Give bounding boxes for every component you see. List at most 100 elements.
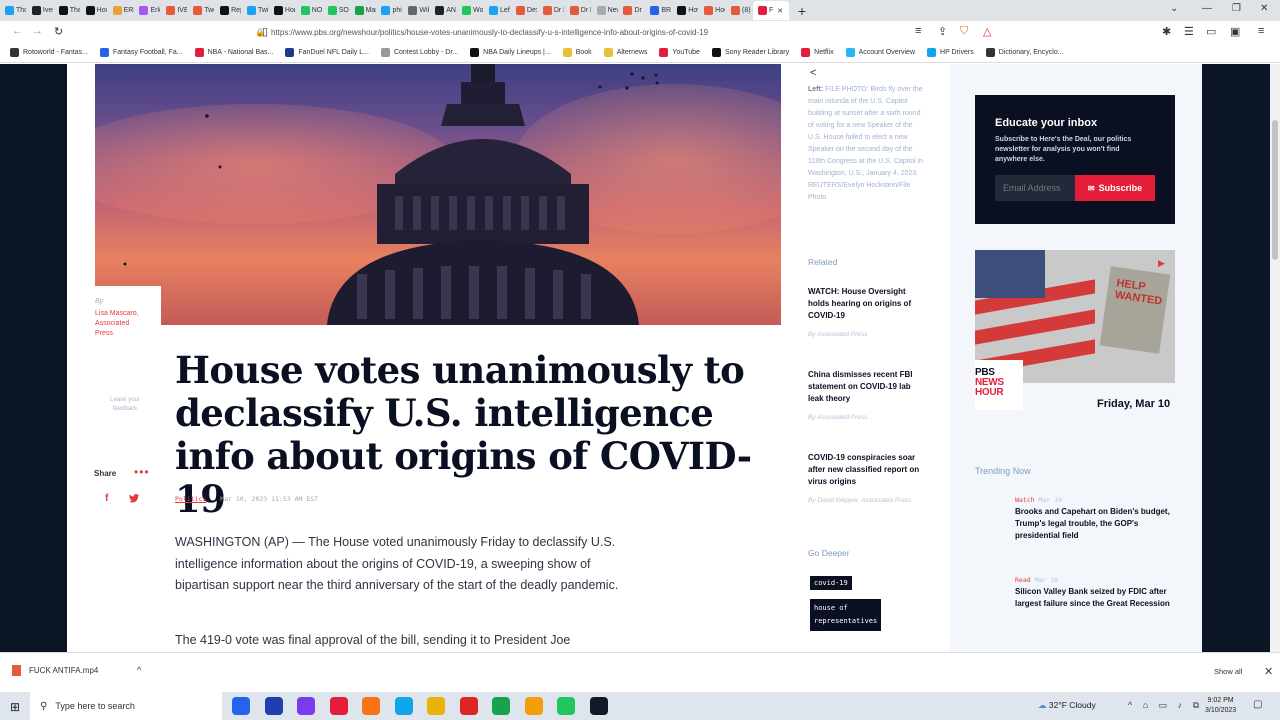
- related-item[interactable]: WATCH: House Oversight holds hearing on …: [808, 286, 923, 341]
- playlist-icon[interactable]: ☰: [1184, 25, 1194, 38]
- browser-tab[interactable]: BRE: [645, 1, 671, 20]
- trending-item[interactable]: Read Mar 10 Silicon Valley Bank seized b…: [1015, 576, 1175, 610]
- browser-tab[interactable]: F ✕: [752, 1, 789, 20]
- browser-tab[interactable]: Dr M: [538, 1, 564, 20]
- bookmark-label[interactable]: NBA Daily Lineups |...: [483, 49, 551, 56]
- bookmark-label[interactable]: Contest Lobby - Dr...: [394, 49, 458, 56]
- browser-tab[interactable]: Tho: [0, 1, 26, 20]
- chevron-up-icon[interactable]: ^: [137, 665, 141, 675]
- close-window-button[interactable]: ✕: [1260, 3, 1268, 14]
- reload-icon[interactable]: ↻: [54, 25, 63, 38]
- bookmark-item[interactable]: Fantasy Football, Fa...: [99, 48, 183, 57]
- taskbar-app-icon[interactable]: [362, 697, 380, 715]
- browser-tab[interactable]: IVEF: [161, 1, 187, 20]
- bookmark-label[interactable]: Netflix: [814, 49, 833, 56]
- share-icon[interactable]: ⇪: [938, 25, 947, 38]
- bookmark-item[interactable]: Netflix: [801, 48, 834, 57]
- taskbar-search[interactable]: ⚲ Type here to search: [30, 692, 222, 720]
- bookmark-item[interactable]: Rotoworld - Fantas...: [10, 48, 88, 57]
- system-tray[interactable]: ^ ⌂ ▭ ♪ ⧉: [1128, 700, 1203, 711]
- forward-icon[interactable]: →: [32, 25, 43, 37]
- sidebar-icon[interactable]: ▭: [1206, 25, 1216, 38]
- close-icon[interactable]: ✕: [1264, 665, 1273, 678]
- browser-tab[interactable]: Two: [188, 1, 214, 20]
- address-bar[interactable]: 🔒 https://www.pbs.org/newshour/politics/…: [255, 23, 955, 41]
- taskbar-app-icon[interactable]: [297, 697, 315, 715]
- bookmark-item[interactable]: FanDuel NFL Daily L...: [285, 48, 369, 57]
- download-item[interactable]: FUCK ANTIFA.mp4: [12, 665, 98, 676]
- close-tab-icon[interactable]: ✕: [777, 7, 783, 15]
- author-link[interactable]: Lisa Mascaro, Associated Press: [95, 309, 145, 339]
- tab-search-icon[interactable]: ⌄: [1170, 3, 1178, 14]
- bookmark-label[interactable]: Rotoworld - Fantas...: [23, 49, 88, 56]
- menu-icon[interactable]: ≡: [1258, 25, 1264, 37]
- taskbar-app-icon[interactable]: [394, 697, 413, 715]
- bookmark-item[interactable]: NBA - National Bas...: [194, 48, 274, 57]
- bookmark-item[interactable]: Dictionary, Encyclo...: [985, 48, 1064, 57]
- browser-tab[interactable]: Erlc: [134, 1, 160, 20]
- subscribe-button[interactable]: ✉ Subscribe: [1075, 175, 1155, 201]
- wallet-icon[interactable]: ▣: [1230, 25, 1240, 38]
- minimize-button[interactable]: —: [1202, 3, 1212, 14]
- tag-covid-19[interactable]: covid-19: [810, 576, 852, 590]
- taskbar-app-icon[interactable]: [492, 697, 510, 715]
- bookmark-label[interactable]: Alternews: [617, 49, 648, 56]
- taskbar-app-icon[interactable]: [524, 697, 543, 715]
- scrollbar-thumb[interactable]: [1272, 120, 1278, 260]
- browser-tab[interactable]: phil: [376, 1, 402, 20]
- download-filename[interactable]: FUCK ANTIFA.mp4: [29, 666, 98, 675]
- browser-tab[interactable]: How: [672, 1, 698, 20]
- taskbar-app-icon[interactable]: [264, 697, 283, 715]
- browser-tab[interactable]: Wor: [457, 1, 483, 20]
- clock[interactable]: 9:02 PM 3/10/2023: [1205, 696, 1236, 716]
- weather-widget[interactable]: ☁ 32°F Cloudy: [1038, 700, 1096, 711]
- bookmark-item[interactable]: Contest Lobby - Dr...: [380, 48, 458, 57]
- email-field[interactable]: [995, 175, 1075, 201]
- taskbar-app-icon[interactable]: [589, 697, 608, 715]
- trending-title[interactable]: Brooks and Capehart on Biden's budget, T…: [1015, 506, 1175, 542]
- browser-tab[interactable]: Iverr: [27, 1, 53, 20]
- bookmark-label[interactable]: FanDuel NFL Daily L...: [298, 49, 369, 56]
- bookmark-item[interactable]: Alternews: [603, 48, 648, 57]
- tag-line[interactable]: representatives: [814, 615, 877, 628]
- related-item[interactable]: COVID-19 conspiracies soar after new cla…: [808, 452, 923, 507]
- browser-tab[interactable]: Hon: [269, 1, 295, 20]
- bookmark-item[interactable]: Book: [562, 48, 592, 57]
- category-link[interactable]: Politics: [175, 495, 206, 503]
- windows-start-icon[interactable]: ⊞: [10, 700, 20, 714]
- bookmark-label[interactable]: Dictionary, Encyclo...: [999, 49, 1064, 56]
- trending-item[interactable]: Watch Mar 10 Brooks and Capehart on Bide…: [1015, 496, 1175, 542]
- tag-house-of-representatives[interactable]: house of representatives: [810, 599, 882, 631]
- new-tab-button[interactable]: +: [798, 3, 806, 19]
- feedback-link[interactable]: Leave your feedback: [100, 396, 150, 414]
- taskbar-app-icon[interactable]: [232, 697, 250, 715]
- browser-tab[interactable]: Hou: [699, 1, 725, 20]
- maximize-button[interactable]: ❐: [1232, 3, 1241, 14]
- trending-title[interactable]: Silicon Valley Bank seized by FDIC after…: [1015, 586, 1175, 610]
- caption-back-icon[interactable]: <: [810, 67, 816, 79]
- bookmark-item[interactable]: YouTube: [659, 48, 700, 57]
- bookmark-label[interactable]: Fantasy Football, Fa...: [113, 49, 183, 56]
- bookmark-label[interactable]: YouTube: [672, 49, 700, 56]
- bookmark-label[interactable]: Account Overview: [859, 49, 915, 56]
- search-placeholder[interactable]: Type here to search: [55, 701, 135, 711]
- bookmark-label[interactable]: Book: [576, 49, 592, 56]
- facebook-icon[interactable]: f: [105, 493, 108, 504]
- url-text[interactable]: https://www.pbs.org/newshour/politics/ho…: [271, 28, 708, 37]
- browser-tab[interactable]: How: [81, 1, 107, 20]
- bookmark-item[interactable]: NBA Daily Lineups |...: [470, 48, 551, 57]
- browser-tab[interactable]: ERLC: [108, 1, 134, 20]
- browser-tab[interactable]: Left: [484, 1, 510, 20]
- taskbar-app-icon[interactable]: [427, 697, 445, 715]
- lock-icon[interactable]: 🔒: [255, 28, 265, 37]
- browser-tab[interactable]: ANT: [430, 1, 456, 20]
- bookmark-label[interactable]: NBA - National Bas...: [208, 49, 274, 56]
- bookmark-item[interactable]: HP Drivers: [927, 48, 974, 57]
- browser-tab[interactable]: The: [54, 1, 80, 20]
- related-title[interactable]: WATCH: House Oversight holds hearing on …: [808, 286, 923, 322]
- browser-tab[interactable]: Dr M: [565, 1, 591, 20]
- related-title[interactable]: COVID-19 conspiracies soar after new cla…: [808, 452, 923, 488]
- brave-rewards-icon[interactable]: △: [983, 25, 991, 38]
- reader-mode-icon[interactable]: ≡: [915, 25, 921, 37]
- taskbar-app-icon[interactable]: [557, 697, 575, 715]
